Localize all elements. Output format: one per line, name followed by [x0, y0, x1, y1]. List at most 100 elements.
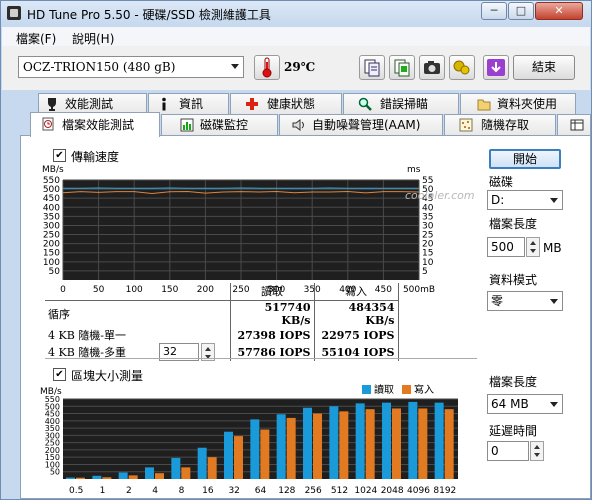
tab-health[interactable]: 健康狀態: [230, 93, 342, 114]
x-tick-label: 4: [152, 486, 158, 496]
row-read-value: 27398 IOPS: [229, 326, 314, 344]
clock-file-icon: [42, 117, 54, 131]
copy-info-button[interactable]: [359, 55, 385, 80]
drive-combo-value: D:: [491, 193, 505, 207]
temperature-button[interactable]: [254, 55, 280, 80]
drive-select-value: OCZ-TRION150 (480 gB): [23, 60, 176, 74]
row-label: 4 KB 隨機-單一: [48, 329, 127, 342]
bar-read: [250, 419, 260, 479]
menu-help[interactable]: 說明(H): [72, 30, 114, 47]
screenshot-button[interactable]: [419, 55, 445, 80]
x-tick-label: 512: [331, 486, 348, 496]
benchmark-panel: ✔ 傳輸速度 MB/s ms 0 50 100 150 200 250 300 350 400 450…: [20, 135, 591, 499]
y-axis-unit: MB/s: [42, 165, 64, 175]
tab-file-benchmark-label: 檔案效能測試: [62, 118, 135, 132]
x-tick-label: 1024: [354, 486, 377, 496]
speaker-icon: [292, 119, 304, 131]
tab-info[interactable]: 資訊: [148, 93, 229, 114]
results-col-write: 寫入: [313, 283, 399, 301]
drive-select[interactable]: OCZ-TRION150 (480 gB): [18, 56, 244, 78]
block-size-chart: MB/s55050045040035030025020015010050讀取 寫入…: [40, 383, 458, 496]
tab-error-scan[interactable]: 錯誤掃瞄: [343, 93, 459, 114]
y-axis-unit-right: ms: [407, 165, 421, 175]
row-read-value: 517740 KB/s: [229, 300, 314, 327]
bar-write: [286, 417, 296, 479]
tab-folder-usage[interactable]: 資料夾使用: [460, 93, 576, 114]
pattern-combo[interactable]: 零: [487, 291, 563, 311]
legend-label: 寫入: [414, 383, 434, 396]
bar-read: [434, 402, 444, 479]
bar-write: [365, 409, 375, 479]
x-tick-label: 2048: [381, 486, 404, 496]
bar-read: [382, 402, 391, 479]
menu-bar: 檔案(F) 說明(H): [2, 27, 590, 46]
tab-extra[interactable]: [557, 114, 591, 135]
options-button[interactable]: [449, 55, 475, 80]
bar-write: [128, 475, 138, 479]
file-length-input[interactable]: 500: [487, 237, 525, 257]
health-cross-icon: [246, 98, 258, 110]
table-row: 4 KB 隨機-單一 27398 IOPS 22975 IOPS: [45, 326, 399, 344]
block-size-checkbox[interactable]: ✔: [53, 368, 66, 381]
x-tick-label: 1: [100, 486, 106, 496]
bar-write: [76, 477, 85, 479]
start-button[interactable]: 開始: [489, 149, 561, 169]
bar-read: [171, 457, 181, 479]
chevron-down-icon: [231, 64, 239, 69]
close-button[interactable]: ✕: [535, 2, 583, 20]
tab-info-label: 資訊: [179, 97, 204, 111]
x-tick-label: 8: [179, 486, 185, 496]
bar-write: [181, 467, 191, 479]
file-length-spinner[interactable]: [526, 237, 540, 257]
y-tick-label-right: 5: [422, 267, 428, 277]
bar-read: [224, 431, 233, 479]
results-header-row: 讀取 寫入: [45, 283, 399, 301]
thermometer-icon: [262, 57, 272, 78]
transfer-speed-checkbox[interactable]: ✔: [53, 149, 66, 162]
bar-read: [329, 406, 339, 479]
folder-icon: [477, 99, 491, 111]
tab-random-access[interactable]: 隨機存取: [444, 114, 556, 135]
minimize-button[interactable]: ─: [481, 2, 507, 20]
delay-label: 延遲時間: [489, 424, 538, 438]
bar-write: [418, 408, 428, 479]
menu-file[interactable]: 檔案(F): [16, 30, 56, 47]
maximize-button[interactable]: □: [508, 2, 534, 20]
delay-input[interactable]: 0: [487, 441, 529, 461]
tab-folder-usage-label: 資料夾使用: [497, 97, 558, 111]
tab-disk-monitor[interactable]: 磁碟監控: [161, 114, 278, 135]
x-tick-label: 0.5: [69, 486, 83, 496]
exit-button[interactable]: 結束: [513, 55, 575, 80]
tab-aam[interactable]: 自動噪聲管理(AAM): [279, 114, 443, 135]
tab-benchmark[interactable]: 效能測試: [38, 93, 147, 114]
block-length-combo[interactable]: 64 MB: [487, 394, 563, 414]
watermark: coolaler.com: [405, 189, 475, 202]
bar-read: [145, 467, 154, 479]
bar-read: [276, 414, 286, 479]
legend-swatch: [362, 385, 371, 394]
tab-health-label: 健康狀態: [267, 97, 316, 111]
chevron-down-icon: [550, 299, 558, 304]
y-tick-label: 50: [50, 468, 60, 477]
download-button[interactable]: [483, 55, 509, 80]
app-logo-icon: [7, 6, 21, 20]
bar-chart-icon: [180, 118, 194, 132]
file-length-label: 檔案長度: [489, 217, 538, 231]
chevron-down-icon: [550, 402, 558, 407]
delay-spinner[interactable]: [530, 441, 544, 461]
temperature-value: 29℃: [284, 60, 316, 74]
copy-all-button[interactable]: [389, 55, 415, 80]
bar-read: [355, 403, 365, 479]
row-write-value: 22975 IOPS: [313, 326, 399, 344]
tab-disk-monitor-label: 磁碟監控: [200, 118, 249, 132]
tab-file-benchmark[interactable]: 檔案效能測試: [30, 112, 160, 137]
drive-combo[interactable]: D:: [487, 190, 563, 210]
pattern-combo-value: 零: [491, 294, 504, 308]
row-label: 循序: [48, 307, 70, 321]
file-length-unit: MB: [543, 241, 562, 255]
tab-aam-label: 自動噪聲管理(AAM): [312, 118, 421, 132]
results-col-read: 讀取: [229, 283, 314, 301]
trophy-icon: [48, 98, 56, 111]
block-file-length-label: 檔案長度: [489, 375, 538, 389]
x-tick-label: 4096: [407, 486, 430, 496]
